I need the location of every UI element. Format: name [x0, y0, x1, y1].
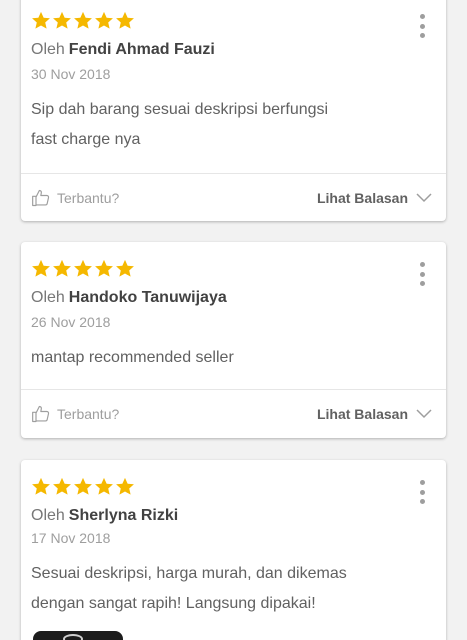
star-icon	[115, 11, 135, 30]
review-footer: Terbantu? Lihat Balasan	[21, 174, 446, 222]
star-icon	[73, 259, 93, 278]
star-icon	[31, 11, 51, 30]
rating-stars	[31, 259, 135, 278]
star-icon	[31, 477, 51, 496]
helpful-label: Terbantu?	[57, 406, 120, 422]
helpful-label: Terbantu?	[57, 190, 120, 206]
reviewer-name: Fendi Ahmad Fauzi	[68, 41, 215, 58]
star-icon	[73, 11, 93, 30]
review-text-line: Sesuai deskripsi, harga murah, dan dikem…	[31, 565, 347, 582]
rating-stars	[31, 477, 135, 496]
reviewer-name: Handoko Tanuwijaya	[68, 289, 227, 306]
star-icon	[115, 259, 135, 278]
review-text-line: Sip dah barang sesuai deskripsi berfungs…	[31, 101, 329, 118]
review-text-line: mantap recommended seller	[31, 349, 234, 366]
star-icon	[94, 11, 114, 30]
review-text: mantap recommended seller	[31, 343, 426, 373]
star-icon	[94, 259, 114, 278]
more-vertical-icon[interactable]	[418, 480, 426, 504]
reviews-page: Oleh Fendi Ahmad Fauzi 30 Nov 2018 Sip da…	[0, 0, 467, 640]
review-text: Sesuai deskripsi, harga murah, dan dikem…	[31, 559, 426, 619]
author-prefix: Oleh	[31, 41, 65, 58]
view-replies-button[interactable]: Lihat Balasan	[317, 390, 432, 438]
review-date: 26 Nov 2018	[31, 314, 111, 330]
star-icon	[52, 11, 72, 30]
review-date: 30 Nov 2018	[31, 66, 111, 82]
more-vertical-icon[interactable]	[418, 262, 426, 286]
star-icon	[31, 259, 51, 278]
review-author: Oleh Sherlyna Rizki	[31, 507, 178, 525]
star-icon	[52, 477, 72, 496]
thumbs-up-icon	[31, 404, 51, 424]
review-photo-thumbnail[interactable]	[33, 631, 123, 640]
review-card: Oleh Sherlyna Rizki 17 Nov 2018 Sesuai de…	[21, 460, 446, 640]
star-icon	[52, 259, 72, 278]
review-text-line: dengan sangat rapih! Langsung dipakai!	[31, 595, 316, 612]
review-text: Sip dah barang sesuai deskripsi berfungs…	[31, 95, 426, 155]
star-icon	[73, 477, 93, 496]
reviewer-name: Sherlyna Rizki	[68, 507, 179, 524]
review-author: Oleh Fendi Ahmad Fauzi	[31, 41, 215, 59]
review-text-line: fast charge nya	[31, 131, 141, 148]
helpful-button[interactable]: Terbantu?	[31, 174, 119, 222]
author-prefix: Oleh	[31, 289, 65, 306]
review-footer: Terbantu? Lihat Balasan	[21, 390, 446, 438]
star-icon	[115, 477, 135, 496]
view-replies-label: Lihat Balasan	[316, 406, 408, 422]
more-vertical-icon[interactable]	[418, 14, 426, 38]
star-icon	[94, 477, 114, 496]
author-prefix: Oleh	[31, 507, 65, 524]
review-author: Oleh Handoko Tanuwijaya	[31, 289, 227, 307]
helpful-button[interactable]: Terbantu?	[31, 390, 119, 438]
review-card: Oleh Handoko Tanuwijaya 26 Nov 2018 manta…	[21, 242, 446, 438]
thumbs-up-icon	[31, 188, 51, 208]
view-replies-button[interactable]: Lihat Balasan	[317, 174, 432, 222]
view-replies-label: Lihat Balasan	[316, 190, 408, 206]
review-card: Oleh Fendi Ahmad Fauzi 30 Nov 2018 Sip da…	[21, 0, 446, 221]
chevron-down-icon	[416, 409, 432, 419]
chevron-down-icon	[416, 193, 432, 203]
review-date: 17 Nov 2018	[31, 530, 111, 546]
rating-stars	[31, 11, 135, 30]
